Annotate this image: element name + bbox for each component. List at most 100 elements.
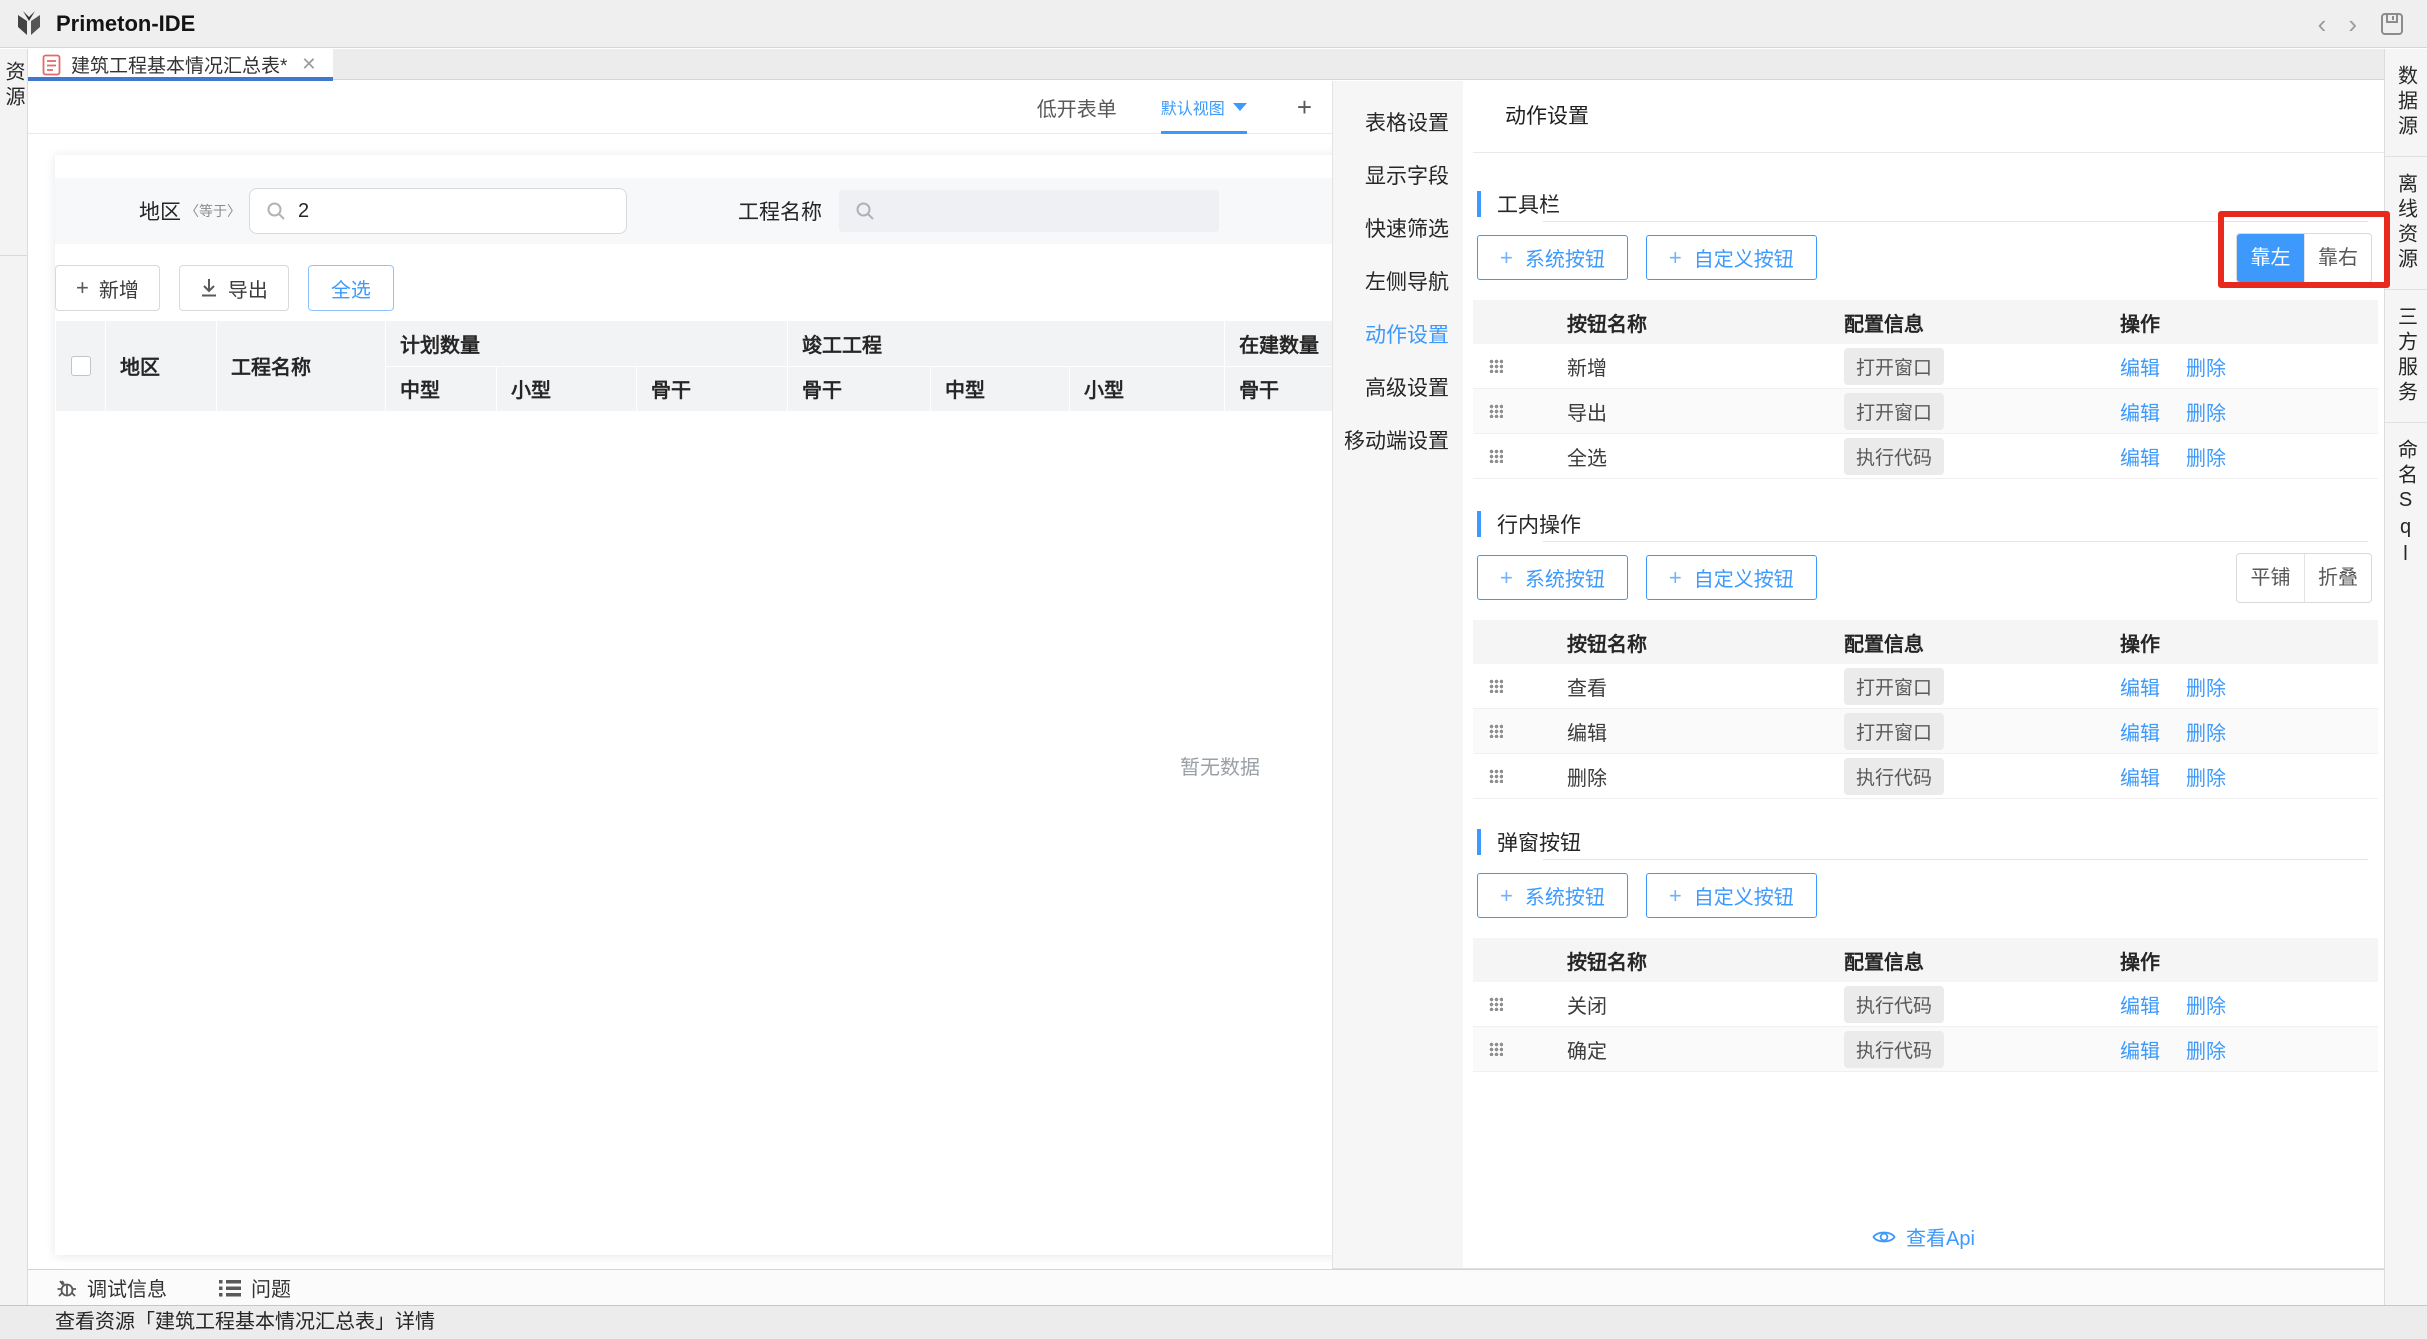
button-name: 编辑: [1567, 717, 1844, 746]
edit-link[interactable]: 编辑: [2120, 1035, 2160, 1064]
plus-icon: [1669, 565, 1682, 591]
section-inline-actions: 行内操作 系统按钮 自定义按钮 平铺 折叠 按: [1463, 509, 2384, 799]
nav-forward-icon[interactable]: ›: [2348, 11, 2357, 37]
nav-back-icon[interactable]: ‹: [2318, 11, 2327, 37]
problems-button[interactable]: 问题: [219, 1273, 291, 1302]
edit-link[interactable]: 编辑: [2120, 442, 2160, 471]
save-icon[interactable]: [2379, 11, 2405, 37]
nav-item-display-fields[interactable]: 显示字段: [1333, 150, 1463, 203]
edit-link[interactable]: 编辑: [2120, 762, 2160, 791]
drag-handle-icon[interactable]: [1489, 1042, 1503, 1056]
edit-link[interactable]: 编辑: [2120, 397, 2160, 426]
collapse-toggle[interactable]: 折叠: [2304, 554, 2371, 602]
section-accent-bar: [1477, 829, 1481, 855]
left-rail-item-resources[interactable]: 资源: [0, 49, 27, 256]
debug-bar: 调试信息 问题: [28, 1269, 2384, 1305]
right-rail-item-datasource[interactable]: 数据源: [2385, 49, 2427, 157]
layout-toggle-group: 平铺 折叠: [2236, 553, 2372, 603]
delete-link[interactable]: 删除: [2186, 990, 2226, 1019]
delete-link[interactable]: 删除: [2186, 762, 2226, 791]
drag-handle-icon[interactable]: [1489, 449, 1503, 463]
title-bar: Primeton-IDE ‹ ›: [0, 0, 2427, 48]
project-name-search-input[interactable]: [839, 190, 1219, 232]
drag-handle-icon[interactable]: [1489, 997, 1503, 1011]
select-all-checkbox[interactable]: [71, 356, 91, 376]
nav-item-quick-filter[interactable]: 快速筛选: [1333, 203, 1463, 256]
dialog-buttons-table: 按钮名称 配置信息 操作 关闭 执行代码 编辑删除 确定: [1473, 938, 2378, 1072]
preview-table: 地区 工程名称 计划数量 竣工工程 在建数量 中型 小型 骨干 骨干 中型 小型…: [55, 321, 1332, 412]
add-system-button[interactable]: 系统按钮: [1477, 873, 1628, 918]
debug-info-button[interactable]: 调试信息: [55, 1273, 167, 1302]
settings-content: 动作设置 工具栏 系统按钮 自定义按钮 靠左 靠右: [1463, 81, 2384, 1268]
left-rail: 资源: [0, 49, 28, 1305]
drag-handle-icon[interactable]: [1489, 359, 1503, 373]
table-row: 全选 执行代码 编辑删除: [1473, 434, 2378, 479]
tab-report[interactable]: 建筑工程基本情况汇总表* ✕: [28, 49, 333, 80]
edit-link[interactable]: 编辑: [2120, 672, 2160, 701]
tab-close-icon[interactable]: ✕: [301, 54, 316, 75]
right-rail: 数据源 离线资源 三方服务 命名Sql: [2384, 49, 2427, 1305]
view-toolbar: 低开表单 默认视图 +: [28, 81, 1332, 134]
edit-link[interactable]: 编辑: [2120, 990, 2160, 1019]
edit-link[interactable]: 编辑: [2120, 717, 2160, 746]
nav-item-advanced-settings[interactable]: 高级设置: [1333, 362, 1463, 415]
nav-item-left-navigation[interactable]: 左侧导航: [1333, 256, 1463, 309]
status-bar: 查看资源「建筑工程基本情况汇总表」详情: [0, 1305, 2427, 1339]
add-view-button[interactable]: +: [1291, 92, 1318, 123]
settings-panel: 表格设置 显示字段 快速筛选 左侧导航 动作设置 高级设置 移动端设置 动作设置…: [1332, 81, 2384, 1269]
lowcode-form-link[interactable]: 低开表单: [1037, 93, 1117, 122]
delete-link[interactable]: 删除: [2186, 717, 2226, 746]
region-search-input[interactable]: 2: [249, 188, 627, 234]
drag-handle-icon[interactable]: [1489, 769, 1503, 783]
add-custom-button[interactable]: 自定义按钮: [1646, 873, 1817, 918]
bug-icon: [55, 1277, 77, 1299]
table-row: 新增 打开窗口 编辑删除: [1473, 344, 2378, 389]
eye-icon: [1872, 1228, 1896, 1246]
delete-link[interactable]: 删除: [2186, 442, 2226, 471]
right-rail-item-offline[interactable]: 离线资源: [2385, 157, 2427, 290]
export-button[interactable]: 导出: [179, 265, 289, 311]
inline-buttons-table: 按钮名称 配置信息 操作 查看 打开窗口 编辑删除 编辑: [1473, 620, 2378, 799]
align-right-toggle[interactable]: 靠右: [2304, 234, 2371, 282]
app-window: Primeton-IDE ‹ › 资源 数据源 离线资源 三方服务 命名Sql: [0, 0, 2427, 1339]
delete-link[interactable]: 删除: [2186, 1035, 2226, 1064]
subcolumn-small: 小型: [1070, 366, 1225, 411]
add-system-button[interactable]: 系统按钮: [1477, 555, 1628, 600]
delete-link[interactable]: 删除: [2186, 397, 2226, 426]
add-custom-button[interactable]: 自定义按钮: [1646, 555, 1817, 600]
plus-icon: [1669, 245, 1682, 271]
view-selector[interactable]: 默认视图: [1161, 81, 1247, 134]
tile-toggle[interactable]: 平铺: [2237, 554, 2304, 602]
region-filter-operator: 〈等于〉: [185, 201, 241, 221]
button-name: 确定: [1567, 1035, 1844, 1064]
table-row: 关闭 执行代码 编辑删除: [1473, 982, 2378, 1027]
tab-title: 建筑工程基本情况汇总表*: [71, 51, 287, 78]
table-row: 编辑 打开窗口 编辑删除: [1473, 709, 2378, 754]
nav-item-mobile-settings[interactable]: 移动端设置: [1333, 415, 1463, 468]
delete-link[interactable]: 删除: [2186, 352, 2226, 381]
section-divider: [1543, 221, 2368, 222]
plus-icon: [1669, 883, 1682, 909]
delete-link[interactable]: 删除: [2186, 672, 2226, 701]
button-name: 新增: [1567, 352, 1844, 381]
button-name: 导出: [1567, 397, 1844, 426]
download-icon: [200, 278, 218, 298]
drag-handle-icon[interactable]: [1489, 679, 1503, 693]
drag-handle-icon[interactable]: [1489, 724, 1503, 738]
right-rail-item-namedsql[interactable]: 命名Sql: [2385, 423, 2427, 586]
select-all-button[interactable]: 全选: [308, 265, 394, 311]
right-rail-item-thirdparty[interactable]: 三方服务: [2385, 290, 2427, 423]
nav-item-action-settings[interactable]: 动作设置: [1333, 309, 1463, 362]
add-custom-button[interactable]: 自定义按钮: [1646, 235, 1817, 280]
section-title: 行内操作: [1497, 509, 1581, 539]
section-dialog-buttons: 弹窗按钮 系统按钮 自定义按钮 按钮名称 配置信息 操作: [1463, 827, 2384, 1072]
align-left-toggle[interactable]: 靠左: [2237, 234, 2304, 282]
view-api-link[interactable]: 查看Api: [1463, 1222, 2384, 1251]
document-icon: [42, 54, 61, 76]
add-record-button[interactable]: 新增: [55, 265, 160, 311]
drag-handle-icon[interactable]: [1489, 404, 1503, 418]
add-system-button[interactable]: 系统按钮: [1477, 235, 1628, 280]
nav-item-table-settings[interactable]: 表格设置: [1333, 97, 1463, 150]
config-tag: 执行代码: [1844, 1031, 1944, 1068]
edit-link[interactable]: 编辑: [2120, 352, 2160, 381]
